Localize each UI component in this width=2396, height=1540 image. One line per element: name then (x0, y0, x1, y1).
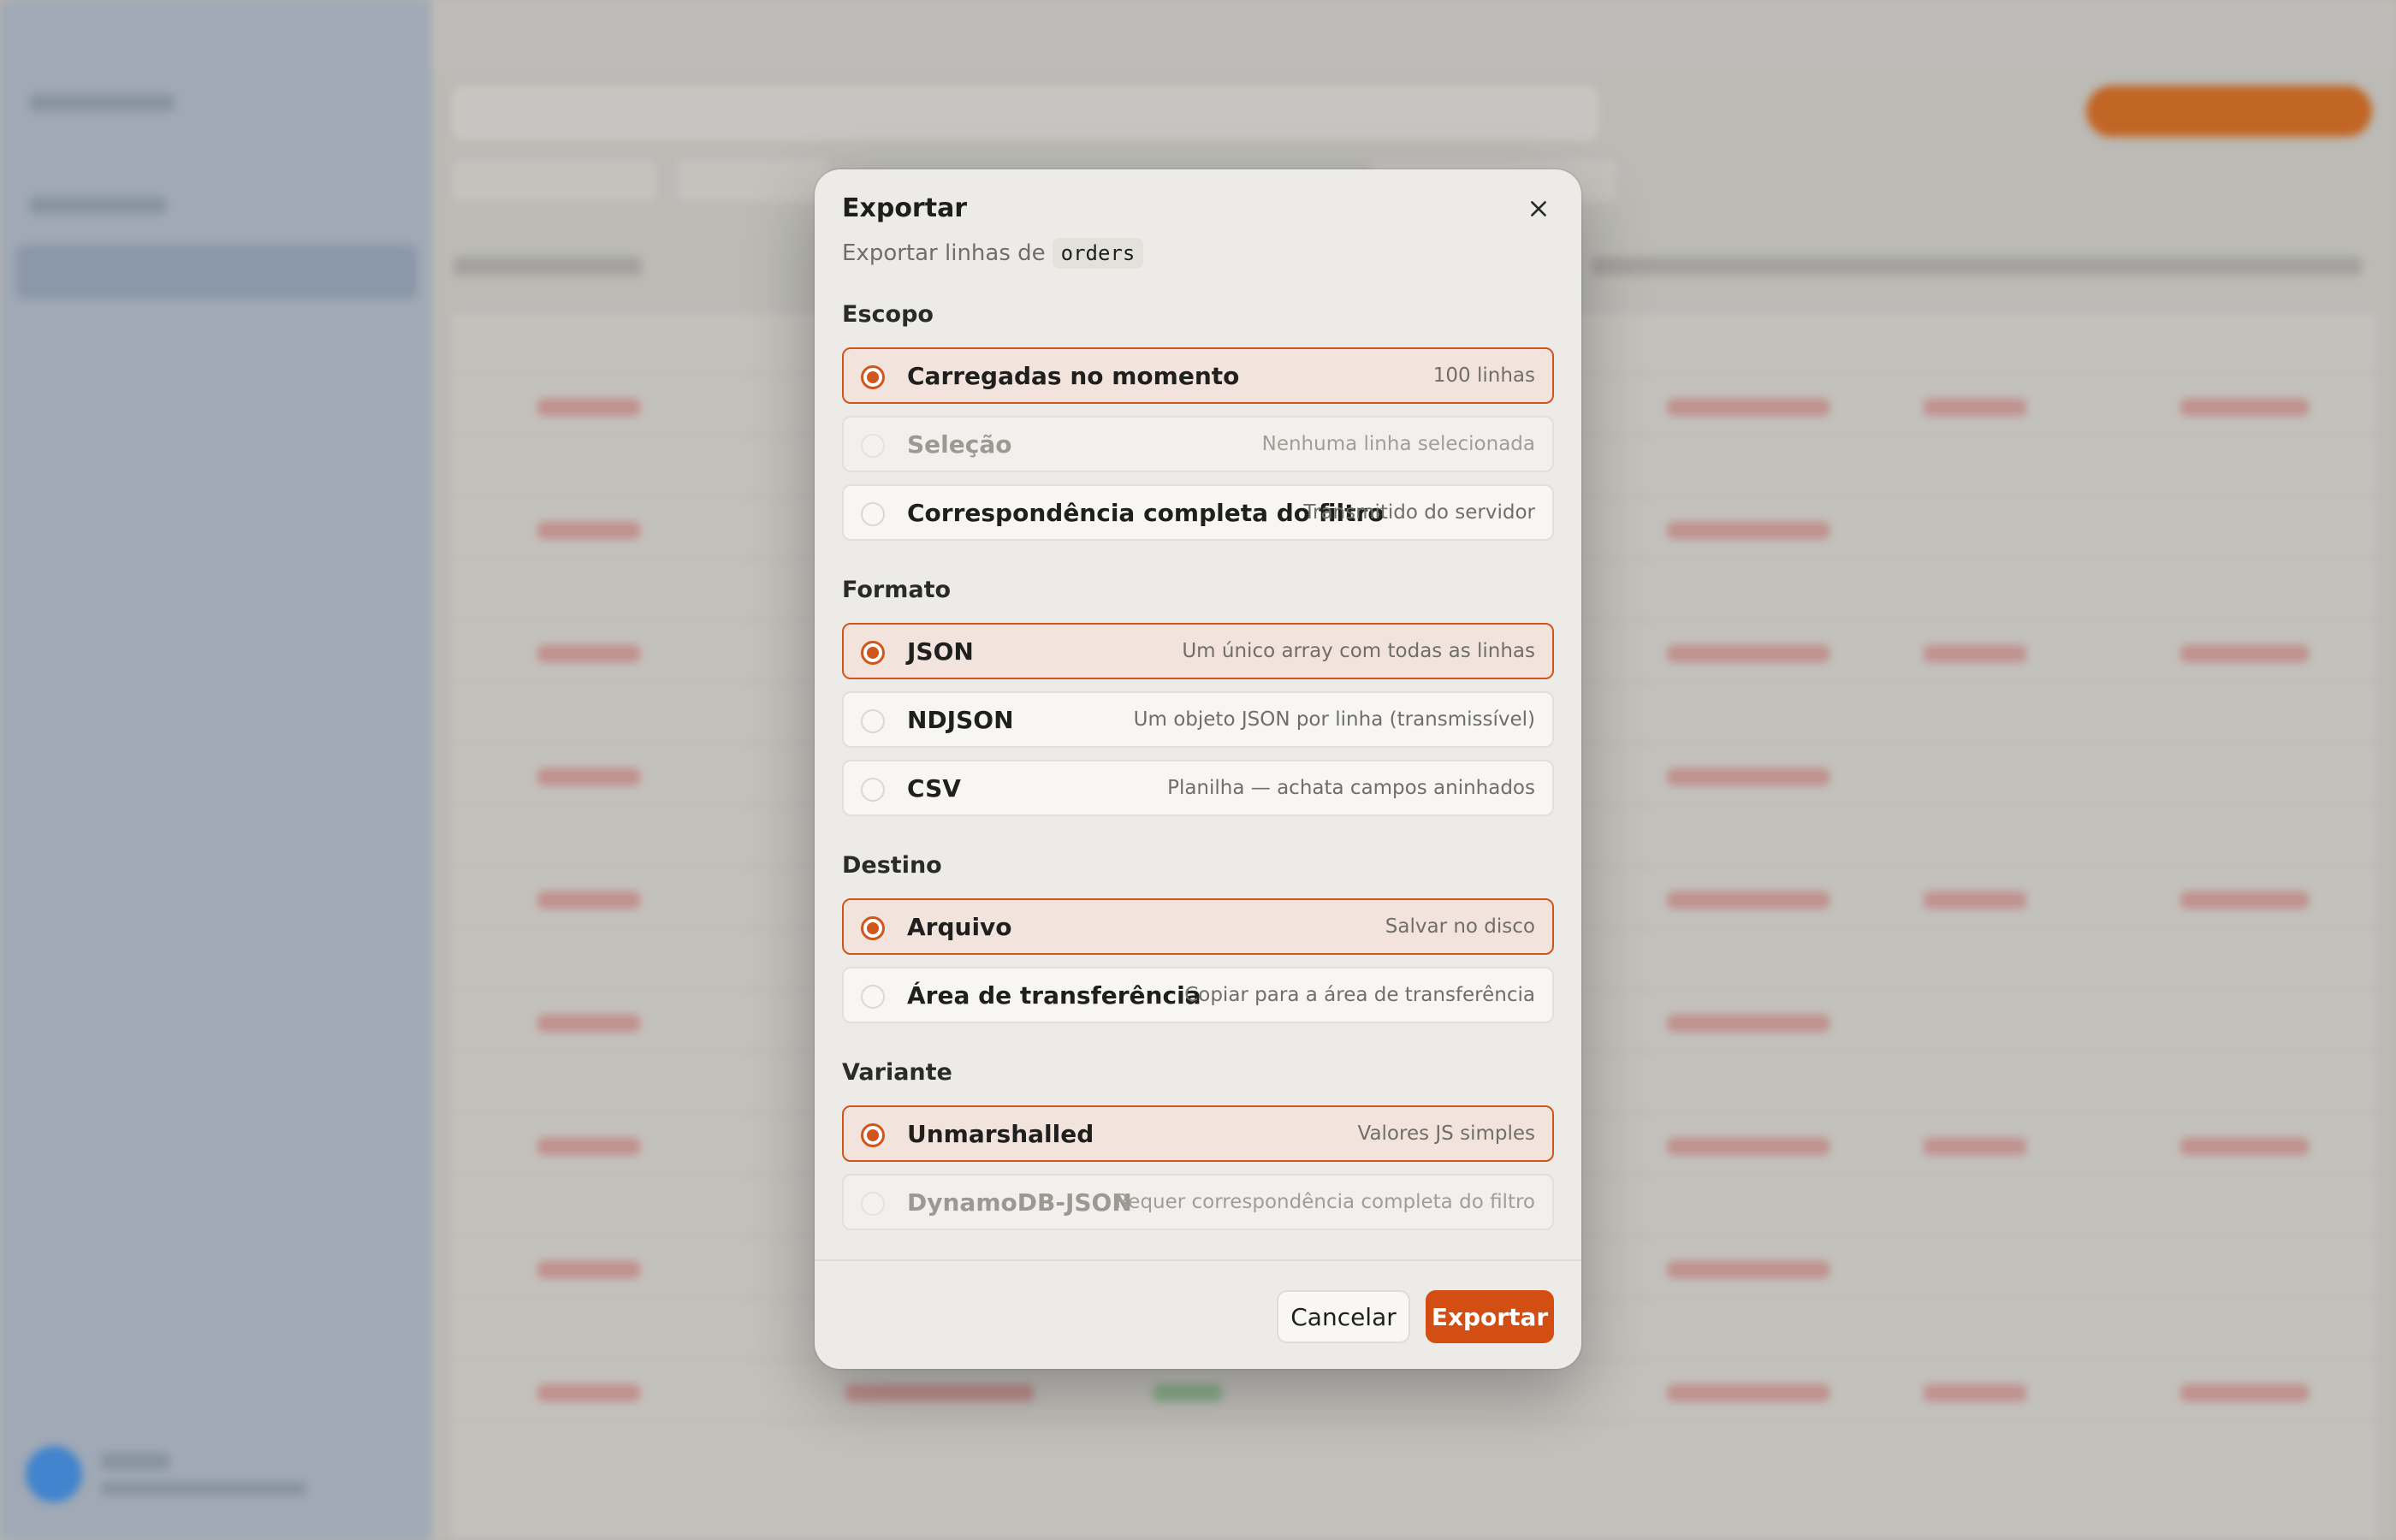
option-destination-file[interactable]: Arquivo Salvar no disco (842, 898, 1554, 955)
radio-icon (861, 434, 885, 458)
subtitle-text: Exportar linhas de (842, 240, 1046, 266)
option-label: NDJSON (907, 705, 1014, 734)
option-variant-unmarshalled[interactable]: Unmarshalled Valores JS simples (842, 1105, 1554, 1162)
section-label-format: Formato (842, 577, 952, 603)
radio-icon (861, 502, 885, 526)
option-label: DynamoDB-JSON (907, 1188, 1132, 1217)
option-label: Arquivo (907, 912, 1012, 941)
option-scope-full-filter[interactable]: Correspondência completa do filtro Trans… (842, 484, 1554, 541)
option-description: Um objeto JSON por linha (transmissível) (1133, 708, 1535, 731)
option-description: Planilha — achata campos aninhados (1167, 777, 1535, 799)
option-description: Um único array com todas as linhas (1182, 640, 1535, 662)
option-label: Seleção (907, 429, 1012, 459)
option-description: Nenhuma linha selecionada (1261, 433, 1535, 455)
option-label: Unmarshalled (907, 1119, 1094, 1148)
radio-icon (861, 365, 885, 389)
option-description: Requer correspondência completa do filtr… (1115, 1191, 1535, 1213)
section-label-variant: Variante (842, 1059, 952, 1086)
modal-title: Exportar (842, 193, 968, 223)
footer-divider (815, 1259, 1581, 1261)
option-description: Copiar para a área de transferência (1184, 984, 1535, 1006)
radio-icon (861, 641, 885, 665)
option-format-ndjson[interactable]: NDJSON Um objeto JSON por linha (transmi… (842, 691, 1554, 748)
option-label: Área de transferência (907, 980, 1201, 1010)
radio-icon (861, 1123, 885, 1147)
close-icon (1531, 201, 1546, 216)
option-label: CSV (907, 773, 961, 803)
option-description: Salvar no disco (1385, 915, 1535, 938)
option-format-json[interactable]: JSON Um único array com todas as linhas (842, 623, 1554, 679)
option-description: Transmitido do servidor (1303, 501, 1535, 524)
radio-icon (861, 1192, 885, 1216)
option-description: 100 linhas (1432, 364, 1535, 387)
table-name-code: orders (1052, 238, 1144, 269)
option-label: JSON (907, 637, 974, 666)
export-modal: Exportar Exportar linhas de orders Escop… (815, 169, 1581, 1369)
export-button[interactable]: Exportar (1426, 1290, 1554, 1343)
option-destination-clipboard[interactable]: Área de transferência Copiar para a área… (842, 967, 1554, 1023)
modal-subtitle: Exportar linhas de orders (842, 238, 1144, 269)
section-label-destination: Destino (842, 852, 942, 879)
option-variant-dynamodb-json: DynamoDB-JSON Requer correspondência com… (842, 1174, 1554, 1230)
cancel-button[interactable]: Cancelar (1277, 1290, 1410, 1343)
radio-icon (861, 778, 885, 802)
radio-icon (861, 709, 885, 733)
close-button[interactable] (1520, 190, 1557, 228)
option-scope-selection: Seleção Nenhuma linha selecionada (842, 416, 1554, 472)
section-label-scope: Escopo (842, 301, 934, 328)
option-scope-loaded[interactable]: Carregadas no momento 100 linhas (842, 347, 1554, 404)
radio-icon (861, 985, 885, 1009)
option-label: Carregadas no momento (907, 361, 1240, 390)
option-format-csv[interactable]: CSV Planilha — achata campos aninhados (842, 760, 1554, 816)
option-description: Valores JS simples (1357, 1122, 1536, 1145)
radio-icon (861, 916, 885, 940)
